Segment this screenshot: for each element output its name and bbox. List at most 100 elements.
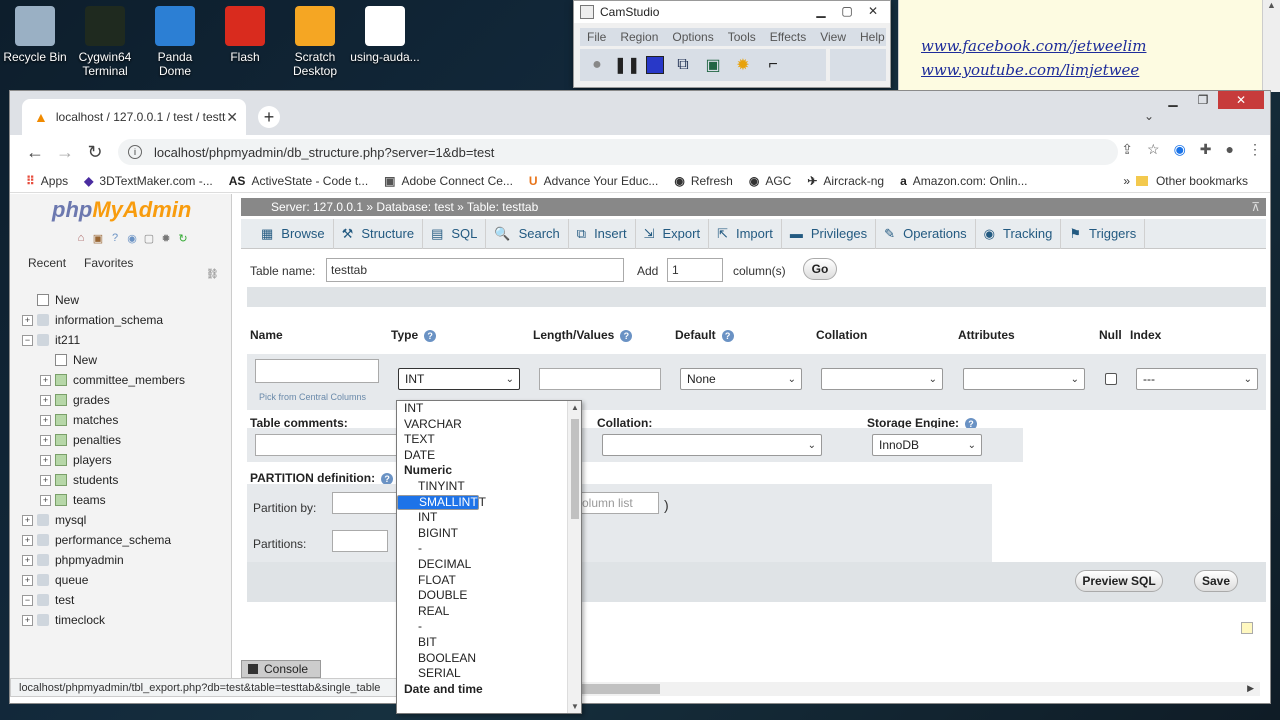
tab-operations[interactable]: ✎ Operations (876, 218, 976, 249)
tree-item[interactable]: + information_schema (22, 310, 227, 330)
link-toggle-icon[interactable]: ⛓ (206, 269, 219, 280)
bookmark-star-icon[interactable]: ☆ (1147, 141, 1160, 158)
collapse-icon[interactable]: − (22, 594, 33, 606)
expand-icon[interactable]: + (40, 414, 51, 426)
camstudio-menu-effects[interactable]: Effects (763, 28, 813, 46)
type-option[interactable]: FLOAT (397, 573, 581, 589)
column-name-input[interactable] (255, 359, 379, 383)
browser-tab[interactable]: ▲ localhost / 127.0.0.1 / test / testta … (22, 99, 246, 135)
tab-sql[interactable]: ▤ SQL (423, 218, 487, 249)
type-option[interactable]: - (397, 541, 581, 557)
partitions-input[interactable] (332, 530, 388, 552)
tab-browse[interactable]: ▦ Browse (253, 218, 334, 249)
expand-icon[interactable]: + (40, 394, 51, 406)
tree-item[interactable]: + committee_members (22, 370, 227, 390)
default-help-icon[interactable]: ? (721, 330, 734, 342)
browser-close-button[interactable]: ✕ (1218, 91, 1264, 109)
desktop-icon[interactable]: Panda Dome (140, 6, 210, 78)
minimize-panel-icon[interactable]: ⊼ (1251, 200, 1260, 214)
preview-sql-button[interactable]: Preview SQL (1075, 570, 1163, 592)
type-option[interactable]: TINYINT (397, 479, 581, 495)
default-select[interactable]: None ⌄ (680, 368, 802, 390)
scroll-thumb[interactable] (571, 419, 579, 519)
type-option[interactable]: INT (397, 401, 581, 417)
site-info-icon[interactable]: i (128, 145, 142, 159)
scroll-up-icon[interactable]: ▲ (571, 403, 579, 412)
collapse-icon[interactable]: − (22, 334, 33, 346)
phpmyadmin-logo[interactable]: phpMyAdmin (52, 197, 191, 223)
expand-icon[interactable]: + (22, 574, 33, 586)
type-option[interactable]: SERIAL (397, 666, 581, 682)
type-option[interactable]: INT (397, 510, 581, 526)
desktop-icon[interactable]: Cygwin64 Terminal (70, 6, 140, 78)
tree-item[interactable]: + mysql (22, 510, 227, 530)
help-icon[interactable]: ? (108, 231, 122, 245)
expand-icon[interactable]: + (22, 514, 33, 526)
type-option[interactable]: BOOLEAN (397, 651, 581, 667)
maximize-button[interactable]: ▢ (834, 1, 860, 21)
extension-icon[interactable]: ◉ (1174, 141, 1186, 158)
reload-nav-icon[interactable]: ↻ (176, 231, 190, 245)
desktop-icon[interactable]: Flash (210, 6, 280, 64)
expand-icon[interactable]: + (40, 434, 51, 446)
type-option[interactable]: BIGINT (397, 526, 581, 542)
desktop-icon[interactable]: using-auda... (350, 6, 420, 64)
collation-select[interactable]: ⌄ (821, 368, 943, 390)
tree-item[interactable]: + teams (22, 490, 227, 510)
camstudio-menu-view[interactable]: View (813, 28, 853, 46)
tab-triggers[interactable]: ⚑ Triggers (1061, 218, 1146, 249)
type-option[interactable]: DECIMAL (397, 557, 581, 573)
expand-icon[interactable]: + (22, 554, 33, 566)
docs-icon[interactable]: ◉ (125, 231, 139, 245)
tree-item[interactable]: + students (22, 470, 227, 490)
scroll-down-icon[interactable]: ▼ (571, 702, 579, 711)
partition-by-select[interactable] (332, 492, 402, 514)
null-checkbox[interactable] (1105, 373, 1117, 385)
bookmark-item[interactable]: ⠿ Apps (26, 174, 68, 188)
expand-icon[interactable]: + (22, 314, 33, 326)
tree-item[interactable]: New (22, 350, 227, 370)
more-bookmarks-chevron[interactable]: » (1123, 174, 1130, 188)
copy-icon[interactable]: ▢ (142, 231, 156, 245)
tree-item[interactable]: + players (22, 450, 227, 470)
type-option[interactable]: DOUBLE (397, 588, 581, 604)
bookmark-item[interactable]: ◆ 3DTextMaker.com -... (84, 174, 213, 188)
type-option[interactable]: DATE (397, 448, 581, 464)
tab-search-chevron-icon[interactable]: ⌄ (1144, 109, 1154, 123)
tab-import[interactable]: ⇱ Import (709, 218, 782, 249)
close-button[interactable]: ✕ (860, 1, 886, 21)
tree-item[interactable]: − it211 (22, 330, 227, 350)
type-option[interactable]: TEXT (397, 432, 581, 448)
settings-icon[interactable]: ✹ (159, 231, 173, 245)
tree-item[interactable]: + phpmyadmin (22, 550, 227, 570)
column-list-input[interactable]: olumn list (577, 492, 659, 514)
autopan-icon[interactable]: ⌐ (762, 54, 784, 76)
home-icon[interactable]: ⌂ (74, 231, 88, 245)
facebook-link[interactable]: www.facebook.com/jetweelim (921, 37, 1280, 55)
bookmark-item[interactable]: a Amazon.com: Onlin... (900, 174, 1027, 188)
video-options-icon[interactable]: ▣ (702, 54, 724, 76)
other-bookmarks[interactable]: Other bookmarks (1135, 174, 1248, 188)
address-bar[interactable]: i localhost/phpmyadmin/db_structure.php?… (118, 139, 1118, 165)
length-values-input[interactable] (539, 368, 661, 390)
table-name-input[interactable]: testtab (326, 258, 624, 282)
back-arrow-icon[interactable]: ← (20, 142, 50, 163)
tree-item[interactable]: New (22, 290, 227, 310)
bookmark-item[interactable]: ◉ Refresh (674, 174, 733, 188)
reload-icon[interactable]: ↻ (80, 142, 110, 163)
index-select[interactable]: --- ⌄ (1136, 368, 1258, 390)
tree-item[interactable]: + matches (22, 410, 227, 430)
extensions-puzzle-icon[interactable]: ✚ (1200, 141, 1212, 158)
table-comments-input[interactable] (255, 434, 405, 456)
scrollbar[interactable]: ▲ (1262, 0, 1280, 92)
tree-item[interactable]: + timeclock (22, 610, 227, 630)
camstudio-menu-help[interactable]: Help (853, 28, 892, 46)
breadcrumb-text[interactable]: Server: 127.0.0.1 » Database: test » Tab… (271, 200, 538, 214)
tab-privileges[interactable]: ▬ Privileges (782, 218, 877, 249)
pause-button[interactable]: ❚❚ (614, 54, 641, 76)
recent-tab[interactable]: Recent (24, 255, 70, 271)
tab-insert[interactable]: ⧉ Insert (569, 218, 636, 249)
bookmark-item[interactable]: ▣ Adobe Connect Ce... (384, 174, 513, 188)
sticky-note-icon[interactable] (1241, 622, 1253, 634)
save-button[interactable]: Save (1194, 570, 1238, 592)
